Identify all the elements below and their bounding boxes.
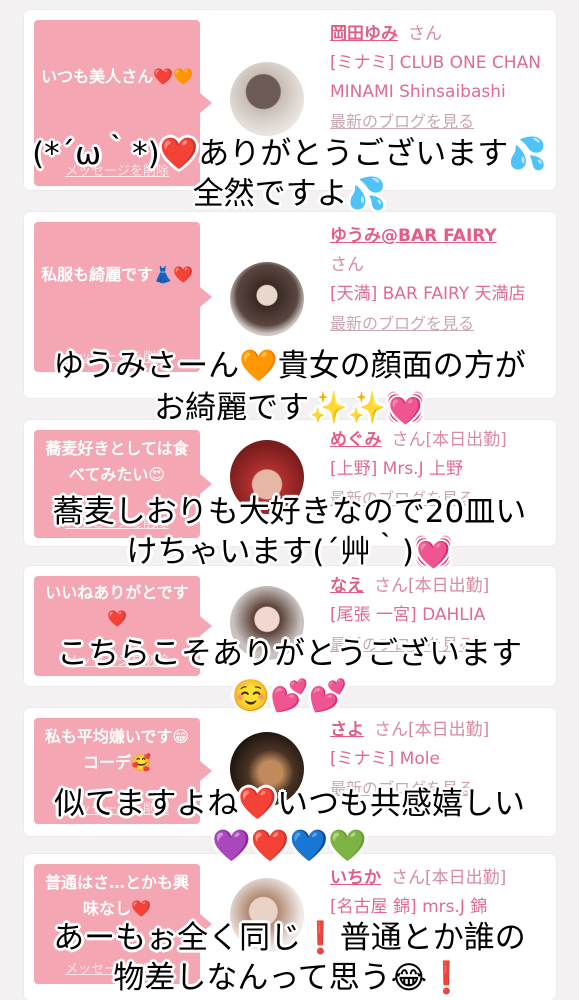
overlay-caption: こちらこそありがとうございます	[57, 636, 522, 672]
honorific: さん	[330, 255, 364, 275]
shop-name: [ミナミ] Mole	[330, 749, 440, 769]
message-text: いいねありがとです❤️	[45, 583, 189, 628]
latest-blog-link[interactable]: 最新のブログを見る	[330, 107, 550, 136]
message-text: 私服も綺麗です👗❤️	[41, 265, 193, 284]
status-badge: [本日出勤]	[425, 430, 507, 450]
shop-name: [上野] Mrs.J 上野	[330, 459, 464, 479]
overlay-caption: 似てますよね❤️いつも共感嬉しい	[53, 786, 526, 822]
latest-blog-link[interactable]: 最新のブログを見る	[330, 309, 550, 338]
overlay-caption: お綺麗です✨✨💓	[154, 390, 425, 426]
message-text: いつも美人さん❤️🧡	[41, 67, 193, 86]
status-badge: [本日出勤]	[408, 576, 490, 596]
honorific: さん	[391, 430, 426, 450]
shop-name: [天満] BAR FAIRY 天満店	[330, 284, 526, 304]
cast-name-link[interactable]: めぐみ	[330, 430, 382, 450]
overlay-caption: けちゃいます(´艸｀)💓	[126, 534, 453, 570]
shop-name: [尾張 一宮] DAHLIA	[330, 605, 486, 625]
message-text: 普通はさ…とかも興味なし❤️	[44, 873, 189, 918]
honorific: さん	[391, 868, 425, 888]
status-badge: [本日出勤]	[408, 720, 490, 740]
overlay-caption: 全然ですよ💦	[192, 176, 387, 212]
overlay-caption: ゆうみさーん🧡貴女の顔面の方が	[53, 348, 526, 384]
honorific: さん	[374, 720, 408, 740]
overlay-caption: 物差しなんって思う😂❗️	[113, 960, 466, 996]
overlay-caption: あーもぉ全く同じ❗️普通とか誰の	[53, 920, 526, 956]
overlay-caption: ☺️💕💕	[231, 678, 348, 714]
overlay-caption: 蕎麦しおりも大好きなので20皿い	[52, 494, 527, 530]
avatar[interactable]	[230, 62, 304, 136]
cast-name-link[interactable]: なえ	[330, 576, 364, 596]
honorific: さん	[374, 576, 408, 596]
overlay-caption: 💜❤️💙💚	[212, 828, 367, 864]
honorific: さん	[408, 24, 442, 44]
avatar[interactable]	[230, 262, 304, 336]
cast-name-link[interactable]: さよ	[330, 720, 364, 740]
cast-name-link[interactable]: いちか	[330, 868, 381, 888]
shop-name: [ミナミ] CLUB ONE CHAN MINAMI Shinsaibashi	[330, 53, 541, 102]
message-text: 私も平均嫌いです😁コーデ🥰	[44, 727, 190, 772]
status-badge: [本日出勤]	[425, 868, 507, 888]
cast-name-link[interactable]: ゆうみ@BAR FAIRY	[330, 226, 497, 246]
overlay-caption: (*´ω｀*)❤️ありがとうございます💦	[32, 136, 547, 172]
message-text: 蕎麦好きとしては食べてみたい😍	[45, 439, 189, 484]
cast-name-link[interactable]: 岡田ゆみ	[330, 24, 398, 44]
